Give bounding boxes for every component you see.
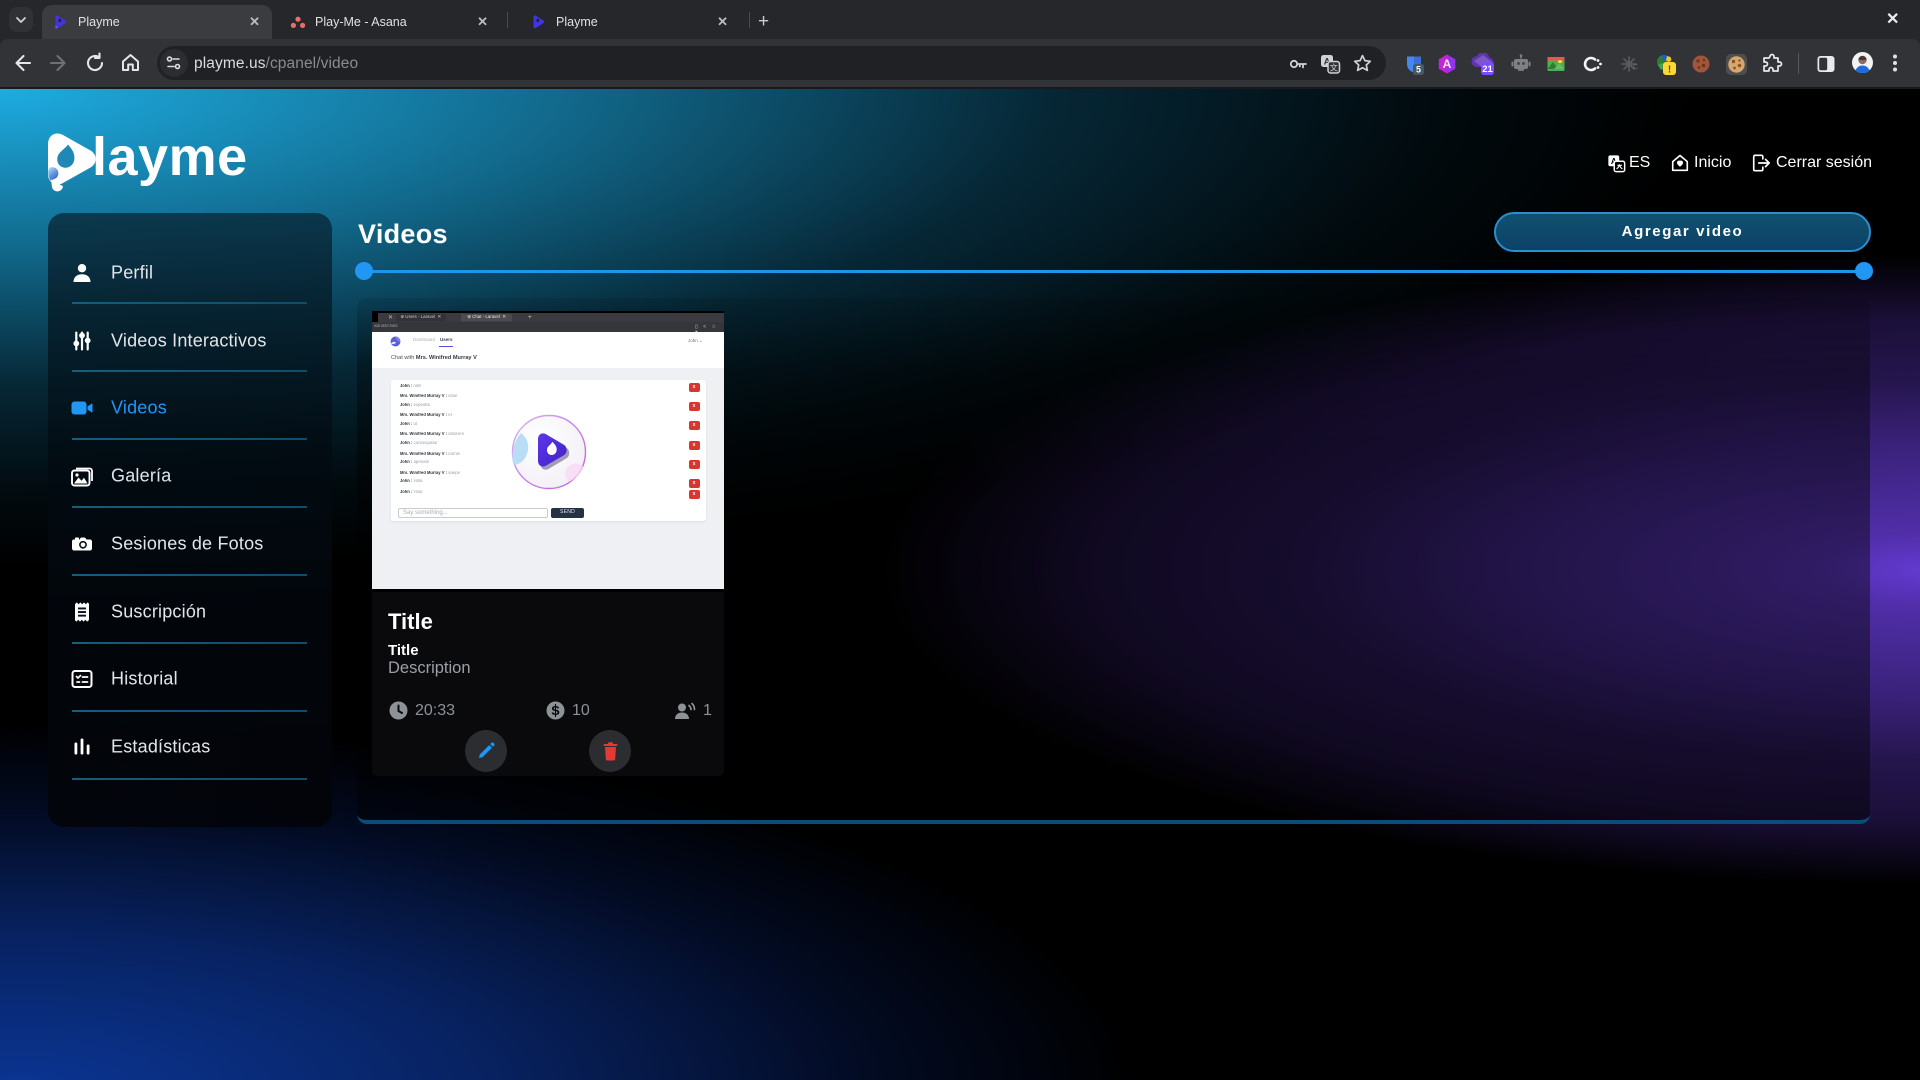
svg-text:layme: layme bbox=[92, 129, 248, 187]
svg-text:!: ! bbox=[1668, 64, 1671, 75]
svg-text:5: 5 bbox=[1416, 65, 1421, 75]
svg-text:21: 21 bbox=[1482, 64, 1493, 75]
svg-text:A: A bbox=[1443, 57, 1452, 71]
svg-text:C: C bbox=[1633, 64, 1638, 71]
svg-text:文: 文 bbox=[1330, 63, 1338, 73]
